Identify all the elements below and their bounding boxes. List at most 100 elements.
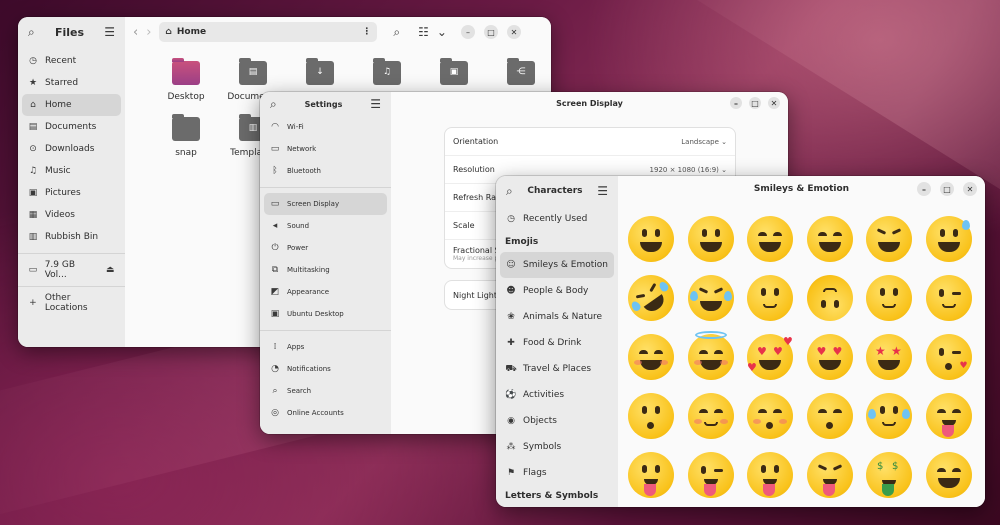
minimize-button[interactable]: –	[917, 182, 931, 196]
emoji-kissing-smiling-eyes[interactable]	[747, 393, 795, 441]
chevron-down-icon[interactable]: ⌄	[437, 25, 447, 39]
eject-icon[interactable]: ⏏	[105, 265, 115, 275]
sidebar-item-multitasking[interactable]: ⧉ Multitasking	[264, 259, 387, 281]
sidebar-item-music[interactable]: ♫ Music	[22, 160, 121, 182]
menu-icon[interactable]: ☰	[104, 25, 115, 39]
sidebar-item-videos[interactable]: ▦ Videos	[22, 204, 121, 226]
maximize-button[interactable]: □	[940, 182, 954, 196]
emoji-heart-eyes[interactable]: ♥ ♥	[806, 334, 855, 382]
category-animals[interactable]: ❀ Animals & Nature	[500, 304, 614, 330]
search-icon[interactable]: ⌕	[28, 25, 35, 40]
minimize-button[interactable]: –	[460, 25, 475, 39]
folder-item[interactable]: ♫	[355, 58, 419, 92]
back-icon[interactable]: ‹	[133, 25, 138, 40]
folder-item[interactable]: ▣	[422, 58, 486, 92]
sidebar-item-recent[interactable]: ◷ Recent	[22, 50, 121, 72]
money-mouth-icon: $ $	[866, 452, 912, 498]
maximize-button[interactable]: □	[483, 25, 498, 39]
search-icon[interactable]: ⌕	[393, 25, 400, 40]
sidebar-item-pictures[interactable]: ▣ Pictures	[22, 182, 121, 204]
emoji-smiling-hearts[interactable]: ♥ ♥ ♥ ♥	[747, 334, 795, 382]
path-bar[interactable]: ⌂ Home ⋮	[159, 22, 378, 42]
category-people[interactable]: ☻ People & Body	[500, 278, 614, 304]
emoji-melting-face[interactable]	[866, 275, 914, 323]
orientation-dropdown[interactable]: Landscape ⌄	[681, 138, 727, 146]
emoji-smiling-eyes[interactable]	[628, 334, 676, 382]
emoji-hugging-face[interactable]	[925, 452, 974, 500]
emoji-tears-of-joy[interactable]	[687, 275, 736, 323]
emoji-star-struck[interactable]: ★ ★	[866, 334, 914, 382]
emoji-holding-back-tears[interactable]	[866, 393, 914, 441]
close-button[interactable]: ✕	[963, 182, 977, 196]
sidebar-item-trash[interactable]: ▥ Rubbish Bin	[22, 226, 121, 248]
category-recently-used[interactable]: ◷ Recently Used	[500, 206, 614, 232]
sidebar-item-wifi[interactable]: ◠ Wi-Fi	[264, 116, 387, 138]
emoji-slightly-smiling[interactable]	[747, 275, 795, 323]
sidebar-item-notifications[interactable]: ◔ Notifications	[264, 358, 387, 380]
sidebar-item-bluetooth[interactable]: ᛒ Bluetooth	[264, 160, 387, 182]
folder-item[interactable]: ⋲	[489, 58, 551, 92]
emoji-halo-face[interactable]	[687, 331, 736, 382]
sidebar-item-online-accounts[interactable]: ◎ Online Accounts	[264, 402, 387, 424]
sidebar-item-network[interactable]: ▭ Network	[264, 138, 387, 160]
sidebar-item-search[interactable]: ⌕ Search	[264, 380, 387, 402]
emoji-smiling-face[interactable]	[687, 393, 736, 441]
orientation-row[interactable]: Orientation Landscape ⌄	[445, 128, 735, 156]
sidebar-item-documents[interactable]: ▤ Documents	[22, 116, 121, 138]
folder-item[interactable]: snap	[154, 114, 218, 158]
folder-item[interactable]: ↓	[288, 58, 352, 92]
menu-icon[interactable]: ☰	[370, 97, 381, 111]
emoji-winking-face[interactable]	[925, 275, 974, 323]
maximize-button[interactable]: □	[749, 97, 761, 109]
sidebar-item-label: Wi-Fi	[287, 123, 304, 131]
emoji-tongue-out[interactable]	[628, 452, 676, 500]
emoji-kissing-face[interactable]	[628, 393, 676, 441]
sidebar-item-apps[interactable]: ⁞ Apps	[264, 336, 387, 358]
person-icon: ☻	[506, 286, 516, 296]
category-food[interactable]: ✚ Food & Drink	[500, 330, 614, 356]
close-button[interactable]: ✕	[506, 25, 521, 39]
category-flags[interactable]: ⚑ Flags	[500, 460, 614, 486]
sidebar-item-downloads[interactable]: ⊙ Downloads	[22, 138, 121, 160]
resolution-dropdown[interactable]: 1920 × 1080 (16:9) ⌄	[650, 166, 727, 174]
sidebar-item-other-locations[interactable]: + Other Locations	[22, 292, 121, 314]
sidebar-item-ubuntu-desktop[interactable]: ▣ Ubuntu Desktop	[264, 303, 387, 325]
emoji-grinning-face-smiling-eyes[interactable]	[747, 216, 795, 264]
sidebar-item-home[interactable]: ⌂ Home	[22, 94, 121, 116]
folder-item[interactable]: Desktop	[154, 58, 218, 102]
sidebar-item-volume[interactable]: ▭ 7.9 GB Vol... ⏏	[22, 259, 121, 281]
category-symbols[interactable]: ⁂ Symbols	[500, 434, 614, 460]
category-objects[interactable]: ◉ Objects	[500, 408, 614, 434]
category-smileys[interactable]: ☺ Smileys & Emotion	[500, 252, 614, 278]
sidebar-item-appearance[interactable]: ◩ Appearance	[264, 281, 387, 303]
emoji-money-mouth[interactable]: $ $	[866, 452, 914, 500]
emoji-kissing-closed-eyes[interactable]	[806, 393, 855, 441]
sidebar-item-sound[interactable]: ◂ Sound	[264, 215, 387, 237]
emoji-grinning-face-big-eyes[interactable]	[687, 216, 736, 264]
emoji-beaming-face[interactable]	[806, 216, 855, 264]
category-activities[interactable]: ⚽ Activities	[500, 382, 614, 408]
more-icon[interactable]: ⋮	[362, 27, 371, 37]
list-view-icon[interactable]: ☷	[418, 25, 429, 39]
emoji-squinting-tongue[interactable]	[806, 452, 855, 500]
emoji-rolling-laughing[interactable]	[618, 265, 684, 331]
emoji-squinting-face[interactable]	[866, 216, 914, 264]
minimize-button[interactable]: –	[730, 97, 742, 109]
close-button[interactable]: ✕	[768, 97, 780, 109]
menu-icon[interactable]: ☰	[597, 184, 608, 198]
category-travel[interactable]: ⛟ Travel & Places	[500, 356, 614, 382]
emoji-grinning-face[interactable]	[628, 216, 676, 264]
forward-icon[interactable]: ›	[146, 25, 151, 40]
sidebar-item-starred[interactable]: ★ Starred	[22, 72, 121, 94]
sidebar-item-power[interactable]: ⏻ Power	[264, 237, 387, 259]
emoji-zany-face[interactable]	[747, 452, 795, 500]
search-icon[interactable]: ⌕	[270, 97, 277, 112]
emoji-blowing-kiss[interactable]: ♥	[925, 334, 974, 382]
sidebar-item-display[interactable]: ▭ Screen Display	[264, 193, 387, 215]
sidebar-divider	[260, 330, 391, 331]
emoji-grinning-sweat[interactable]	[925, 216, 974, 264]
search-icon[interactable]: ⌕	[506, 184, 513, 199]
emoji-winking-tongue[interactable]	[687, 452, 736, 500]
emoji-face-savoring[interactable]	[925, 393, 974, 441]
emoji-upside-down[interactable]	[806, 275, 855, 323]
